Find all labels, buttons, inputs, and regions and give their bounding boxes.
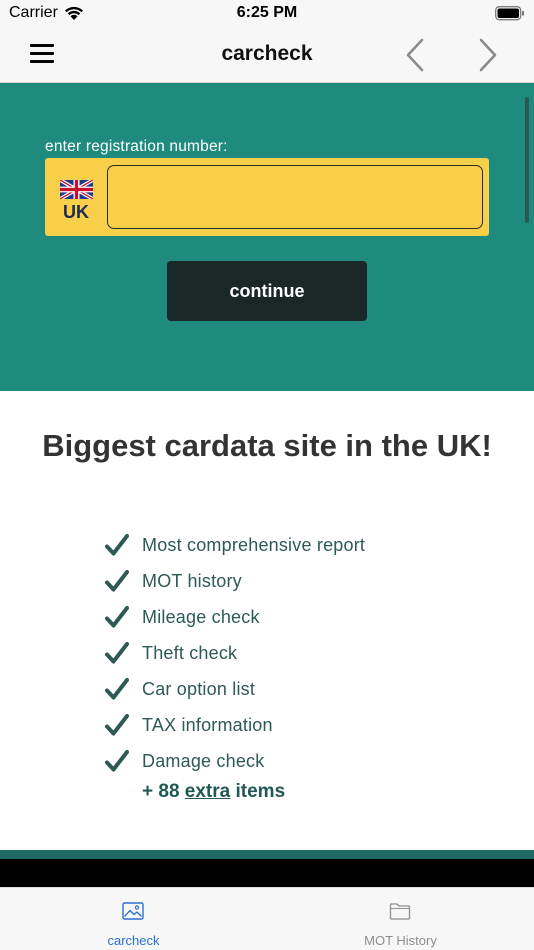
status-time: 6:25 PM <box>236 4 298 21</box>
headline: Biggest cardata site in the UK! <box>42 428 492 463</box>
list-item: Damage check <box>104 743 504 779</box>
country-code: UK <box>63 202 89 222</box>
footer-black-band <box>0 859 534 887</box>
feature-label: Theft check <box>142 642 238 663</box>
battery-icon <box>495 6 524 21</box>
feature-label: TAX information <box>142 714 273 735</box>
forward-icon[interactable] <box>476 38 500 72</box>
checkmark-icon <box>105 570 129 592</box>
folder-icon <box>389 903 411 920</box>
tab-label: carcheck <box>107 933 160 948</box>
continue-button[interactable]: continue <box>167 261 367 321</box>
checkmark-icon <box>105 678 129 700</box>
status-bar: Carrier 6:25 PM <box>0 0 534 28</box>
tab-label: MOT History <box>364 933 437 948</box>
list-item: MOT history <box>104 563 504 599</box>
page-title: carcheck <box>221 42 313 65</box>
feature-list: Most comprehensive report MOT history Mi… <box>104 527 504 779</box>
checkmark-icon <box>105 534 129 556</box>
registration-hero: enter registration number: UK continue <box>0 83 534 391</box>
tab-mot-history[interactable]: MOT History <box>267 888 534 950</box>
list-item: Theft check <box>104 635 504 671</box>
navigation-bar: carcheck <box>0 28 534 83</box>
checkmark-icon <box>105 750 129 772</box>
feature-label: Damage check <box>142 750 265 771</box>
list-item: Most comprehensive report <box>104 527 504 563</box>
back-icon[interactable] <box>403 38 427 72</box>
scroll-indicator[interactable] <box>525 97 529 223</box>
number-plate: UK <box>45 158 489 236</box>
feature-label: Most comprehensive report <box>142 534 366 555</box>
tab-bar: carcheck MOT History <box>0 887 534 950</box>
extra-items-link[interactable]: extra <box>185 781 230 802</box>
checkmark-icon <box>105 606 129 628</box>
list-item: TAX information <box>104 707 504 743</box>
feature-label: MOT history <box>142 570 242 591</box>
feature-label: Mileage check <box>142 606 260 627</box>
list-item: Car option list <box>104 671 504 707</box>
image-icon <box>122 902 144 920</box>
footer-strip <box>0 850 534 859</box>
uk-flag-icon <box>60 180 93 199</box>
menu-icon[interactable] <box>30 44 54 64</box>
registration-input[interactable] <box>107 165 483 229</box>
feature-label: Car option list <box>142 678 256 699</box>
list-item: Mileage check <box>104 599 504 635</box>
tab-carcheck[interactable]: carcheck <box>0 888 267 950</box>
checkmark-icon <box>105 714 129 736</box>
features-section: Biggest cardata site in the UK! Most com… <box>0 391 534 850</box>
extra-suffix: items <box>230 781 286 802</box>
extra-prefix: + 88 <box>142 781 185 802</box>
checkmark-icon <box>105 642 129 664</box>
extra-items-text: + 88 extra items <box>142 781 285 803</box>
registration-label: enter registration number: <box>45 138 228 155</box>
